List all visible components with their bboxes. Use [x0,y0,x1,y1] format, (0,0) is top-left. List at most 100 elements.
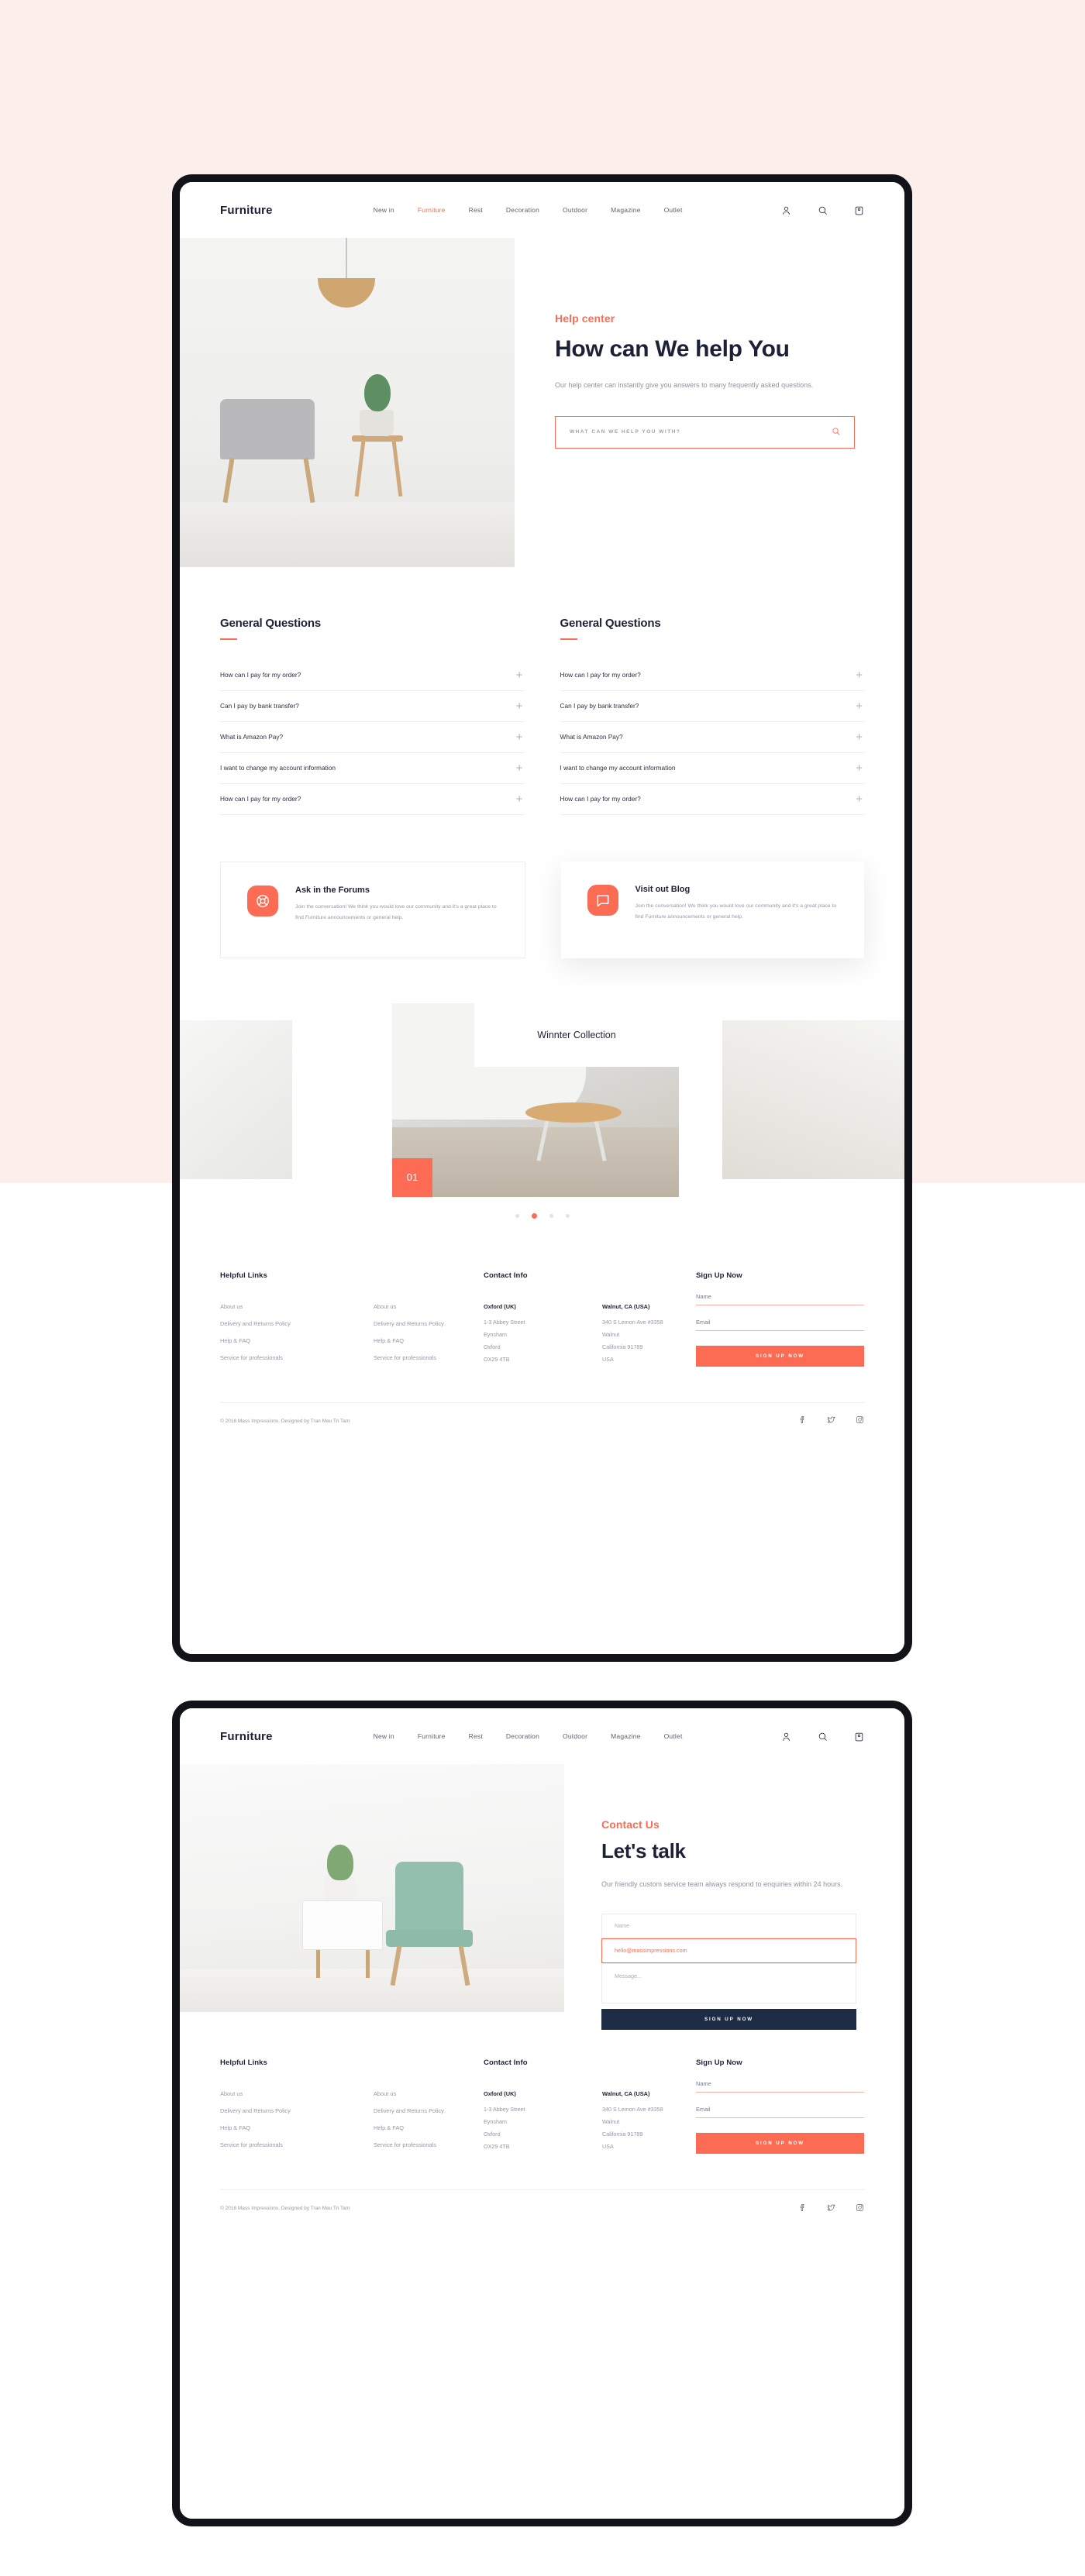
search-icon[interactable] [832,425,840,439]
nav-link-outdoor[interactable]: Outdoor [563,1732,587,1740]
faq-item[interactable]: I want to change my account information + [220,753,525,784]
carousel-dot[interactable] [549,1213,553,1218]
search-icon[interactable] [818,1732,828,1742]
footer-link[interactable]: Delivery and Returns Policy [220,2107,330,2114]
footer-link[interactable]: Service for professionals [220,1354,330,1361]
faq-question: How can I pay for my order? [220,795,301,803]
address-heading: Oxford (UK) [484,2090,516,2097]
signup-name-field[interactable]: Name [696,1293,864,1305]
carousel-dot-active[interactable] [531,1212,537,1219]
contact-submit-button[interactable]: SIGN UP NOW [601,2008,856,2030]
signup-submit-button[interactable]: SIGN UP NOW [696,2133,864,2154]
help-search-input[interactable]: WHAT CAN WE HELP YOU WITH? [570,429,680,435]
nav-link-new-in[interactable]: New in [374,1732,394,1740]
card-visit-out-blog[interactable]: Visit out Blog Join the conversation! We… [560,861,864,958]
contact-name-input[interactable]: Name [601,1913,856,1938]
twitter-icon[interactable] [827,2202,835,2216]
carousel-slide-next[interactable] [722,1020,904,1179]
plus-icon[interactable]: + [516,762,525,774]
faq-item[interactable]: Can I pay by bank transfer? + [220,691,525,722]
signup-email-label: Email [696,2106,711,2113]
contact-email-input[interactable]: hello@massimpressions.com [601,1938,856,1963]
signup-submit-button[interactable]: SIGN UP NOW [696,1345,864,1367]
plus-icon[interactable]: + [856,669,864,681]
faq-item[interactable]: What is Amazon Pay? + [560,722,864,753]
copyright-text: © 2018 Mass Impressions. Designed by Tra… [220,2206,350,2211]
help-search-box[interactable]: WHAT CAN WE HELP YOU WITH? [555,415,855,449]
nav-link-outdoor[interactable]: Outdoor [563,206,587,214]
facebook-icon[interactable] [798,1414,807,1428]
footer-link[interactable]: Help & FAQ [220,1337,330,1344]
faq-list: How can I pay for my order? + Can I pay b… [220,660,525,815]
plus-icon[interactable]: + [856,793,864,805]
signup-name-field[interactable]: Name [696,2080,864,2093]
footer-link[interactable]: Service for professionals [374,1354,484,1361]
plus-icon[interactable]: + [516,793,525,805]
plus-icon[interactable]: + [856,700,864,712]
carousel-dot[interactable] [565,1213,570,1218]
address-line: Walnut [602,1330,620,1338]
plus-icon[interactable]: + [516,669,525,681]
plus-icon[interactable]: + [516,731,525,743]
faq-item[interactable]: How can I pay for my order? + [560,660,864,691]
carousel-dot[interactable] [515,1213,519,1218]
footer-address-oxford: Oxford (UK) 1-3 Abbey Street Eynsham Oxf… [484,2090,559,2155]
search-icon[interactable] [818,205,828,215]
signup-email-field[interactable]: Email [696,2106,864,2118]
faq-question: How can I pay for my order? [220,671,301,679]
faq-item[interactable]: How can I pay for my order? + [220,660,525,691]
footer-link[interactable]: About us [374,1303,484,1310]
brand-logo[interactable]: Furniture [220,1730,273,1743]
faq-question: What is Amazon Pay? [220,733,284,741]
user-icon[interactable] [781,1732,791,1742]
faq-item[interactable]: What is Amazon Pay? + [220,722,525,753]
faq-item[interactable]: How can I pay for my order? + [220,784,525,815]
nav-link-decoration[interactable]: Decoration [506,206,539,214]
footer-link[interactable]: Delivery and Returns Policy [374,2107,484,2114]
footer-link[interactable]: Service for professionals [374,2141,484,2148]
footer-heading: Helpful Links [220,1271,267,1280]
footer-heading: Contact Info [484,1271,528,1280]
nav-link-rest[interactable]: Rest [469,1732,483,1740]
facebook-icon[interactable] [798,2202,807,2216]
nav-link-outlet[interactable]: Outlet [664,1732,683,1740]
plus-icon[interactable]: + [856,762,864,774]
footer-link[interactable]: Delivery and Returns Policy [220,1320,330,1327]
footer-link[interactable]: Help & FAQ [220,2124,330,2131]
nav-link-magazine[interactable]: Magazine [611,206,640,214]
signup-email-field[interactable]: Email [696,1319,864,1331]
nav-link-new-in[interactable]: New in [374,206,394,214]
card-ask-in-the-forums[interactable]: Ask in the Forums Join the conversation!… [220,861,525,958]
footer-link[interactable]: Help & FAQ [374,1337,484,1344]
instagram-icon[interactable] [856,1414,864,1428]
nav-link-rest[interactable]: Rest [469,206,483,214]
twitter-icon[interactable] [827,1414,835,1428]
footer-link[interactable]: Help & FAQ [374,2124,484,2131]
address-line: OX29 4TB [484,1355,510,1363]
carousel-slide-previous[interactable] [180,1020,292,1179]
footer-link[interactable]: About us [220,2090,330,2097]
faq-item[interactable]: Can I pay by bank transfer? + [560,691,864,722]
contact-message-textarea[interactable]: Message... [601,1962,856,2003]
footer-link[interactable]: About us [220,1303,330,1310]
footer-link[interactable]: About us [374,2090,484,2097]
cart-icon[interactable] [854,1732,864,1742]
faq-underline [560,638,577,640]
nav-link-furniture[interactable]: Furniture [418,1732,446,1740]
brand-logo[interactable]: Furniture [220,204,273,217]
faq-question: Can I pay by bank transfer? [560,702,639,710]
plus-icon[interactable]: + [516,700,525,712]
plus-icon[interactable]: + [856,731,864,743]
cart-icon[interactable] [854,205,864,215]
nav-link-decoration[interactable]: Decoration [506,1732,539,1740]
user-icon[interactable] [781,205,791,215]
faq-item[interactable]: I want to change my account information + [560,753,864,784]
footer-link[interactable]: Delivery and Returns Policy [374,1320,484,1327]
nav-link-outlet[interactable]: Outlet [664,206,683,214]
nav-link-furniture[interactable]: Furniture [418,206,446,214]
footer-link[interactable]: Service for professionals [220,2141,330,2148]
faq-item[interactable]: How can I pay for my order? + [560,784,864,815]
instagram-icon[interactable] [856,2202,864,2216]
nav-link-magazine[interactable]: Magazine [611,1732,640,1740]
faq-title: General Questions [560,617,661,630]
